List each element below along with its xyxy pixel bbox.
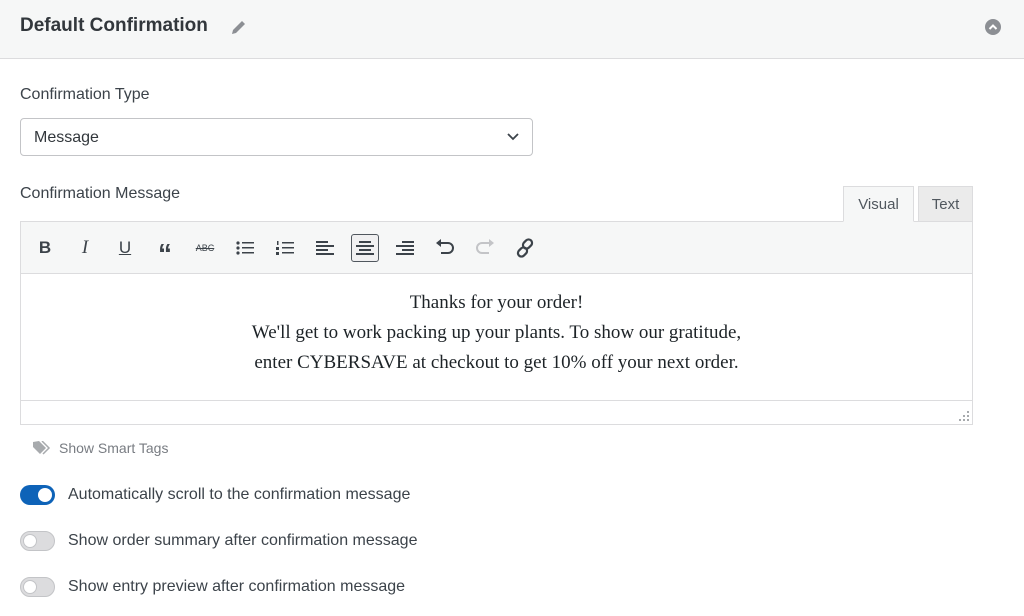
link-icon	[516, 238, 534, 258]
redo-icon	[476, 239, 494, 254]
auto-scroll-label: Automatically scroll to the confirmation…	[68, 486, 411, 503]
confirmation-type-label: Confirmation Type	[20, 86, 150, 103]
align-left-button[interactable]	[311, 234, 339, 262]
bold-icon: B	[38, 238, 52, 257]
align-right-button[interactable]	[391, 234, 419, 262]
italic-button[interactable]: I	[71, 234, 99, 262]
numbered-list-icon	[276, 241, 294, 255]
auto-scroll-toggle[interactable]	[20, 485, 55, 505]
strikethrough-button[interactable]: ABC	[191, 234, 219, 262]
panel-title: Default Confirmation	[20, 15, 208, 36]
align-left-icon	[316, 241, 334, 255]
editor-toolbar: B I U “ ABC	[21, 222, 972, 274]
undo-icon	[436, 239, 454, 254]
message-line: enter CYBERSAVE at checkout to get 10% o…	[254, 352, 739, 373]
entry-preview-label: Show entry preview after confirmation me…	[68, 578, 406, 595]
quote-icon: “	[158, 238, 172, 269]
tab-visual[interactable]: Visual	[843, 186, 914, 222]
editor-statusbar	[21, 400, 972, 424]
bulleted-list-button[interactable]	[231, 234, 259, 262]
underline-icon: U	[118, 238, 132, 257]
strikethrough-icon: ABC	[195, 243, 215, 253]
pencil-icon[interactable]	[229, 17, 249, 37]
align-center-button[interactable]	[351, 234, 379, 262]
select-value: Message	[34, 129, 99, 146]
show-smart-tags-link[interactable]: Show Smart Tags	[33, 440, 168, 456]
chevron-down-icon	[507, 133, 519, 141]
message-editor: B I U “ ABC Thanks for your order! We'll…	[20, 221, 973, 425]
panel-header: Default Confirmation	[0, 0, 1024, 59]
message-line: We'll get to work packing up your plants…	[251, 322, 742, 343]
redo-button[interactable]	[471, 234, 499, 262]
blockquote-button[interactable]: “	[151, 234, 179, 269]
undo-button[interactable]	[431, 234, 459, 262]
italic-icon: I	[81, 237, 89, 258]
chevron-up-circle-icon[interactable]	[985, 19, 1001, 35]
align-center-icon	[356, 241, 374, 255]
editor-content[interactable]: Thanks for your order! We'll get to work…	[21, 274, 972, 400]
confirmation-type-select[interactable]: Message	[20, 118, 533, 156]
tab-text[interactable]: Text	[918, 186, 973, 222]
resize-handle-icon[interactable]	[959, 411, 969, 421]
order-summary-label: Show order summary after confirmation me…	[68, 532, 418, 549]
confirmation-message-label: Confirmation Message	[20, 185, 181, 202]
underline-button[interactable]: U	[111, 234, 139, 262]
link-button[interactable]	[511, 234, 539, 262]
align-right-icon	[396, 241, 414, 255]
entry-preview-toggle[interactable]	[20, 577, 55, 597]
order-summary-toggle[interactable]	[20, 531, 55, 551]
smart-tags-label: Show Smart Tags	[59, 440, 169, 456]
bulleted-list-icon	[236, 241, 254, 255]
tags-icon	[33, 441, 51, 455]
numbered-list-button[interactable]	[271, 234, 299, 262]
message-line: Thanks for your order!	[409, 292, 584, 313]
bold-button[interactable]: B	[31, 234, 59, 262]
